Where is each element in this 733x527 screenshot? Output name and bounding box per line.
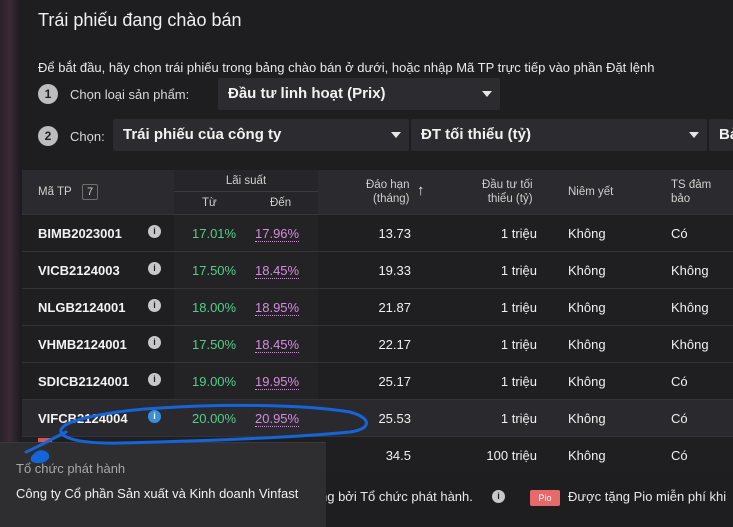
blue-annotation-scribble <box>24 403 368 464</box>
